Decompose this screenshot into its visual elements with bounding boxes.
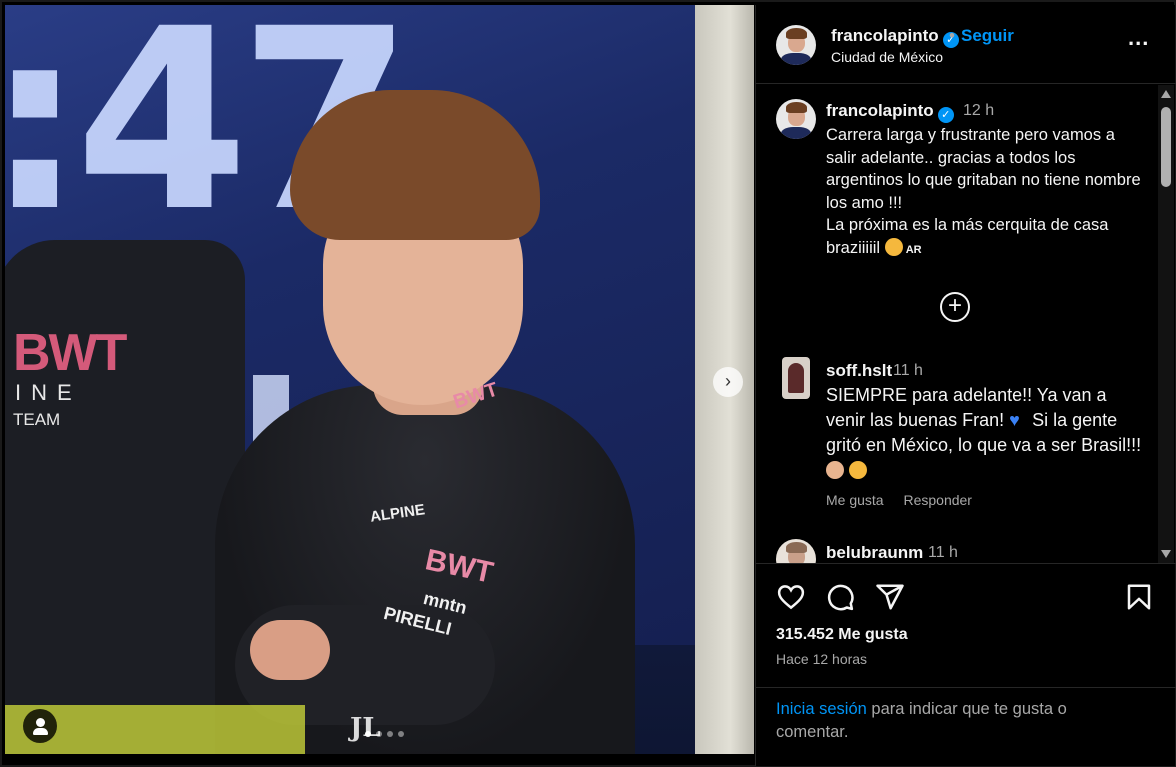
comment-time[interactable]: 11 h <box>928 544 958 562</box>
avatar[interactable] <box>776 99 816 139</box>
post-modal: :47 BWT INE TEAM BWT BWT ALPINE PIRELLI … <box>0 0 1176 767</box>
post-location[interactable]: Ciudad de México <box>831 49 943 65</box>
separator-dot: • <box>949 26 955 45</box>
share-icon[interactable] <box>875 582 905 612</box>
shirt-team-text: TEAM <box>13 410 61 429</box>
comment-actions: Me gusta Responder <box>826 492 988 508</box>
comment-username[interactable]: belubraunm <box>826 543 923 563</box>
blue-heart-emoji-icon: ♥ <box>1009 410 1020 430</box>
carousel-dot <box>398 731 404 737</box>
post-date[interactable]: Hace 12 horas <box>776 651 867 667</box>
likes-count[interactable]: 315.452 Me gusta <box>776 626 908 644</box>
caption-text: Carrera larga y frustrante pero vamos a … <box>826 124 1146 261</box>
post-header: francolapinto ✓ • Seguir Ciudad de México… <box>756 5 1176 84</box>
driver-hand <box>250 620 330 680</box>
comments-list[interactable]: francolapinto ✓ 12 h Carrera larga y frus… <box>756 85 1176 563</box>
user-tag-icon[interactable] <box>23 709 57 743</box>
plus-circle-icon[interactable]: + <box>940 292 970 322</box>
avatar[interactable] <box>782 357 810 399</box>
carousel-dots <box>365 731 404 737</box>
comment-username[interactable]: soff.hslt <box>826 361 892 381</box>
login-text: Inicia sesión para indicar que te gusta … <box>776 698 1106 744</box>
carousel-dot-active <box>365 731 371 737</box>
pleading-face-emoji-icon <box>849 461 868 479</box>
caption-body: Carrera larga y frustrante pero vamos a … <box>826 126 1141 257</box>
verified-badge-icon: ✓ <box>937 107 954 123</box>
login-prompt: Inicia sesión para indicar que te gusta … <box>756 687 1176 767</box>
caption-time[interactable]: 12 h <box>963 102 994 120</box>
raised-hands-emoji-icon <box>826 461 844 479</box>
scroll-up-icon[interactable] <box>1161 90 1171 98</box>
comment-like-button[interactable]: Me gusta <box>826 492 884 508</box>
background-person <box>5 240 245 754</box>
comment-reply-button[interactable]: Responder <box>903 492 972 508</box>
scrollbar-thumb[interactable] <box>1161 107 1171 187</box>
comment-text: SIEMPRE para adelante!! Ya van a venir l… <box>826 383 1146 483</box>
comment-icon[interactable] <box>825 582 855 612</box>
bookmark-icon[interactable] <box>1124 582 1154 612</box>
photographer-watermark: JL <box>350 713 381 743</box>
carousel-dot <box>376 731 382 737</box>
more-icon[interactable]: ... <box>1128 25 1149 51</box>
scroll-down-icon[interactable] <box>1161 550 1171 558</box>
shirt-text: INE <box>15 380 82 405</box>
caption-username-text[interactable]: francolapinto <box>826 101 934 120</box>
hugging-emoji-icon <box>884 237 903 256</box>
carousel-next-button[interactable]: › <box>713 367 743 397</box>
post-photo[interactable]: :47 BWT INE TEAM BWT BWT ALPINE PIRELLI … <box>5 5 754 754</box>
author-username-text[interactable]: francolapinto <box>831 26 939 45</box>
comments-scrollbar[interactable] <box>1158 85 1174 563</box>
author-username[interactable]: francolapinto ✓ <box>831 26 959 48</box>
follow-button[interactable]: Seguir <box>961 26 1014 46</box>
post-side-panel: francolapinto ✓ • Seguir Ciudad de México… <box>755 5 1176 766</box>
post-footer: 315.452 Me gusta Hace 12 horas Inicia se… <box>756 563 1176 766</box>
caption-username[interactable]: francolapinto ✓ <box>826 101 954 123</box>
comment-time[interactable]: 11 h <box>893 362 923 380</box>
login-link[interactable]: Inicia sesión <box>776 700 867 718</box>
shirt-logo: BWT <box>13 324 127 382</box>
avatar[interactable] <box>776 539 816 563</box>
chevron-right-icon: › <box>725 371 731 391</box>
flag-ar-icon: AR <box>905 243 922 256</box>
heart-icon[interactable] <box>776 582 806 612</box>
carousel-dot <box>387 731 393 737</box>
avatar[interactable] <box>776 25 816 65</box>
